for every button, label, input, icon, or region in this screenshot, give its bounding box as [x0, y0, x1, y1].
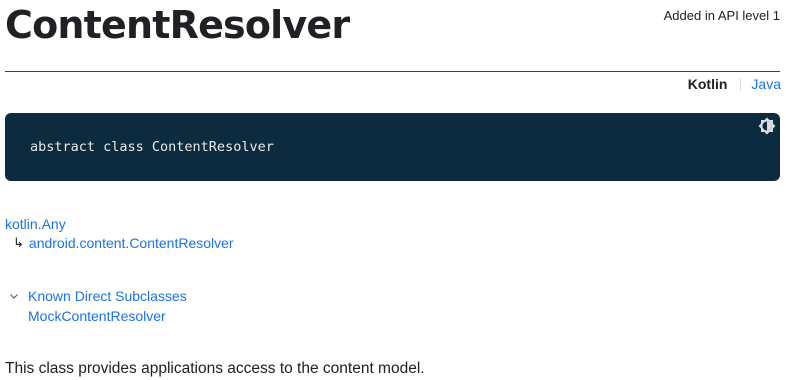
chevron-down-icon[interactable] — [8, 290, 20, 302]
subclass-link-mockcontentresolver[interactable]: MockContentResolver — [28, 308, 166, 324]
inheritance-arrow-icon: ↳ — [13, 235, 24, 251]
known-subclasses-label[interactable]: Known Direct Subclasses — [28, 288, 187, 304]
language-separator — [740, 77, 742, 91]
title-divider — [5, 71, 780, 72]
api-level-label: Added in API level 1 — [663, 8, 780, 23]
reference-page: ContentResolver Added in API level 1 Kot… — [0, 0, 786, 380]
inheritance-child: ↳ android.content.ContentResolver — [13, 235, 234, 251]
class-description: This class provides applications access … — [5, 360, 425, 377]
class-declaration: abstract class ContentResolver — [30, 139, 274, 155]
inheritance-child-link[interactable]: android.content.ContentResolver — [29, 235, 234, 251]
java-tab[interactable]: Java — [751, 76, 781, 92]
language-switcher: Kotlin Java — [688, 76, 781, 92]
page-title: ContentResolver — [5, 3, 350, 47]
known-subclasses-toggle[interactable]: Known Direct Subclasses — [8, 288, 187, 304]
inheritance-root-link[interactable]: kotlin.Any — [5, 216, 66, 232]
code-block: abstract class ContentResolver — [5, 113, 780, 181]
theme-toggle-icon[interactable] — [758, 117, 776, 135]
kotlin-tab[interactable]: Kotlin — [688, 76, 728, 92]
